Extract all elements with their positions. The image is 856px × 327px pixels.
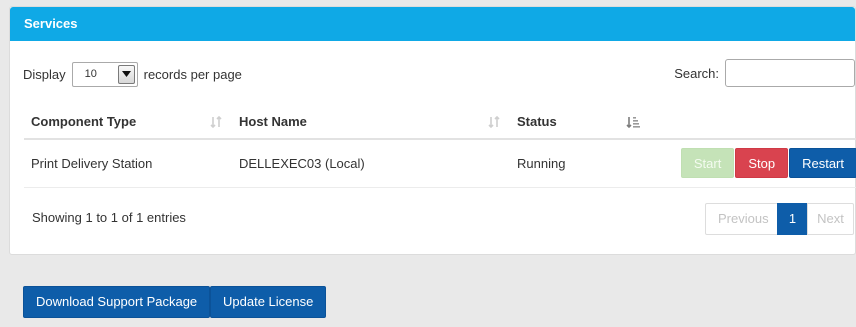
records-per-page: Display 10 records per page [23,61,242,87]
sort-ascending-icon [626,116,640,131]
column-header-component-type[interactable]: Component Type [24,105,232,140]
search-area: Search: [674,59,855,87]
cell-actions: Start Stop Restart [656,139,856,188]
cell-host-name: DELLEXEC03 (Local) [232,139,510,188]
search-input[interactable] [725,59,855,87]
pagination-previous[interactable]: Previous [705,203,778,235]
panel-title: Services [10,7,855,41]
download-support-package-button[interactable]: Download Support Package [23,286,211,318]
pagination: Previous 1 Next [705,203,854,235]
records-per-page-value: 10 [84,68,97,80]
search-label: Search: [674,65,719,81]
cell-status: Running [510,139,656,188]
stop-button[interactable]: Stop [735,148,789,179]
services-panel: Services Display 10 records per page Sea… [9,6,856,255]
update-license-button[interactable]: Update License [210,286,327,318]
column-header-actions [656,105,856,140]
display-label: Display [23,66,66,82]
table-header-row: Component Type Host Name Status [24,105,856,140]
sort-both-icon [210,115,222,131]
sort-both-icon [488,115,500,131]
services-table: Component Type Host Name Status Print De… [24,105,856,188]
footer-actions: Download Support Package Update License [0,271,856,327]
records-per-page-select[interactable]: 10 [71,61,138,87]
cell-component-type: Print Delivery Station [24,139,232,188]
triangle-down-icon[interactable] [117,64,135,84]
column-header-status[interactable]: Status [510,105,656,140]
column-header-host-name[interactable]: Host Name [232,105,510,140]
records-per-page-label: records per page [143,66,242,82]
restart-button[interactable]: Restart [789,148,856,179]
table-info: Showing 1 to 1 of 1 entries [32,210,186,225]
pagination-page-1[interactable]: 1 [777,203,808,235]
pagination-next[interactable]: Next [807,203,854,235]
table-row: Print Delivery Station DELLEXEC03 (Local… [24,139,856,188]
start-button[interactable]: Start [680,148,735,179]
